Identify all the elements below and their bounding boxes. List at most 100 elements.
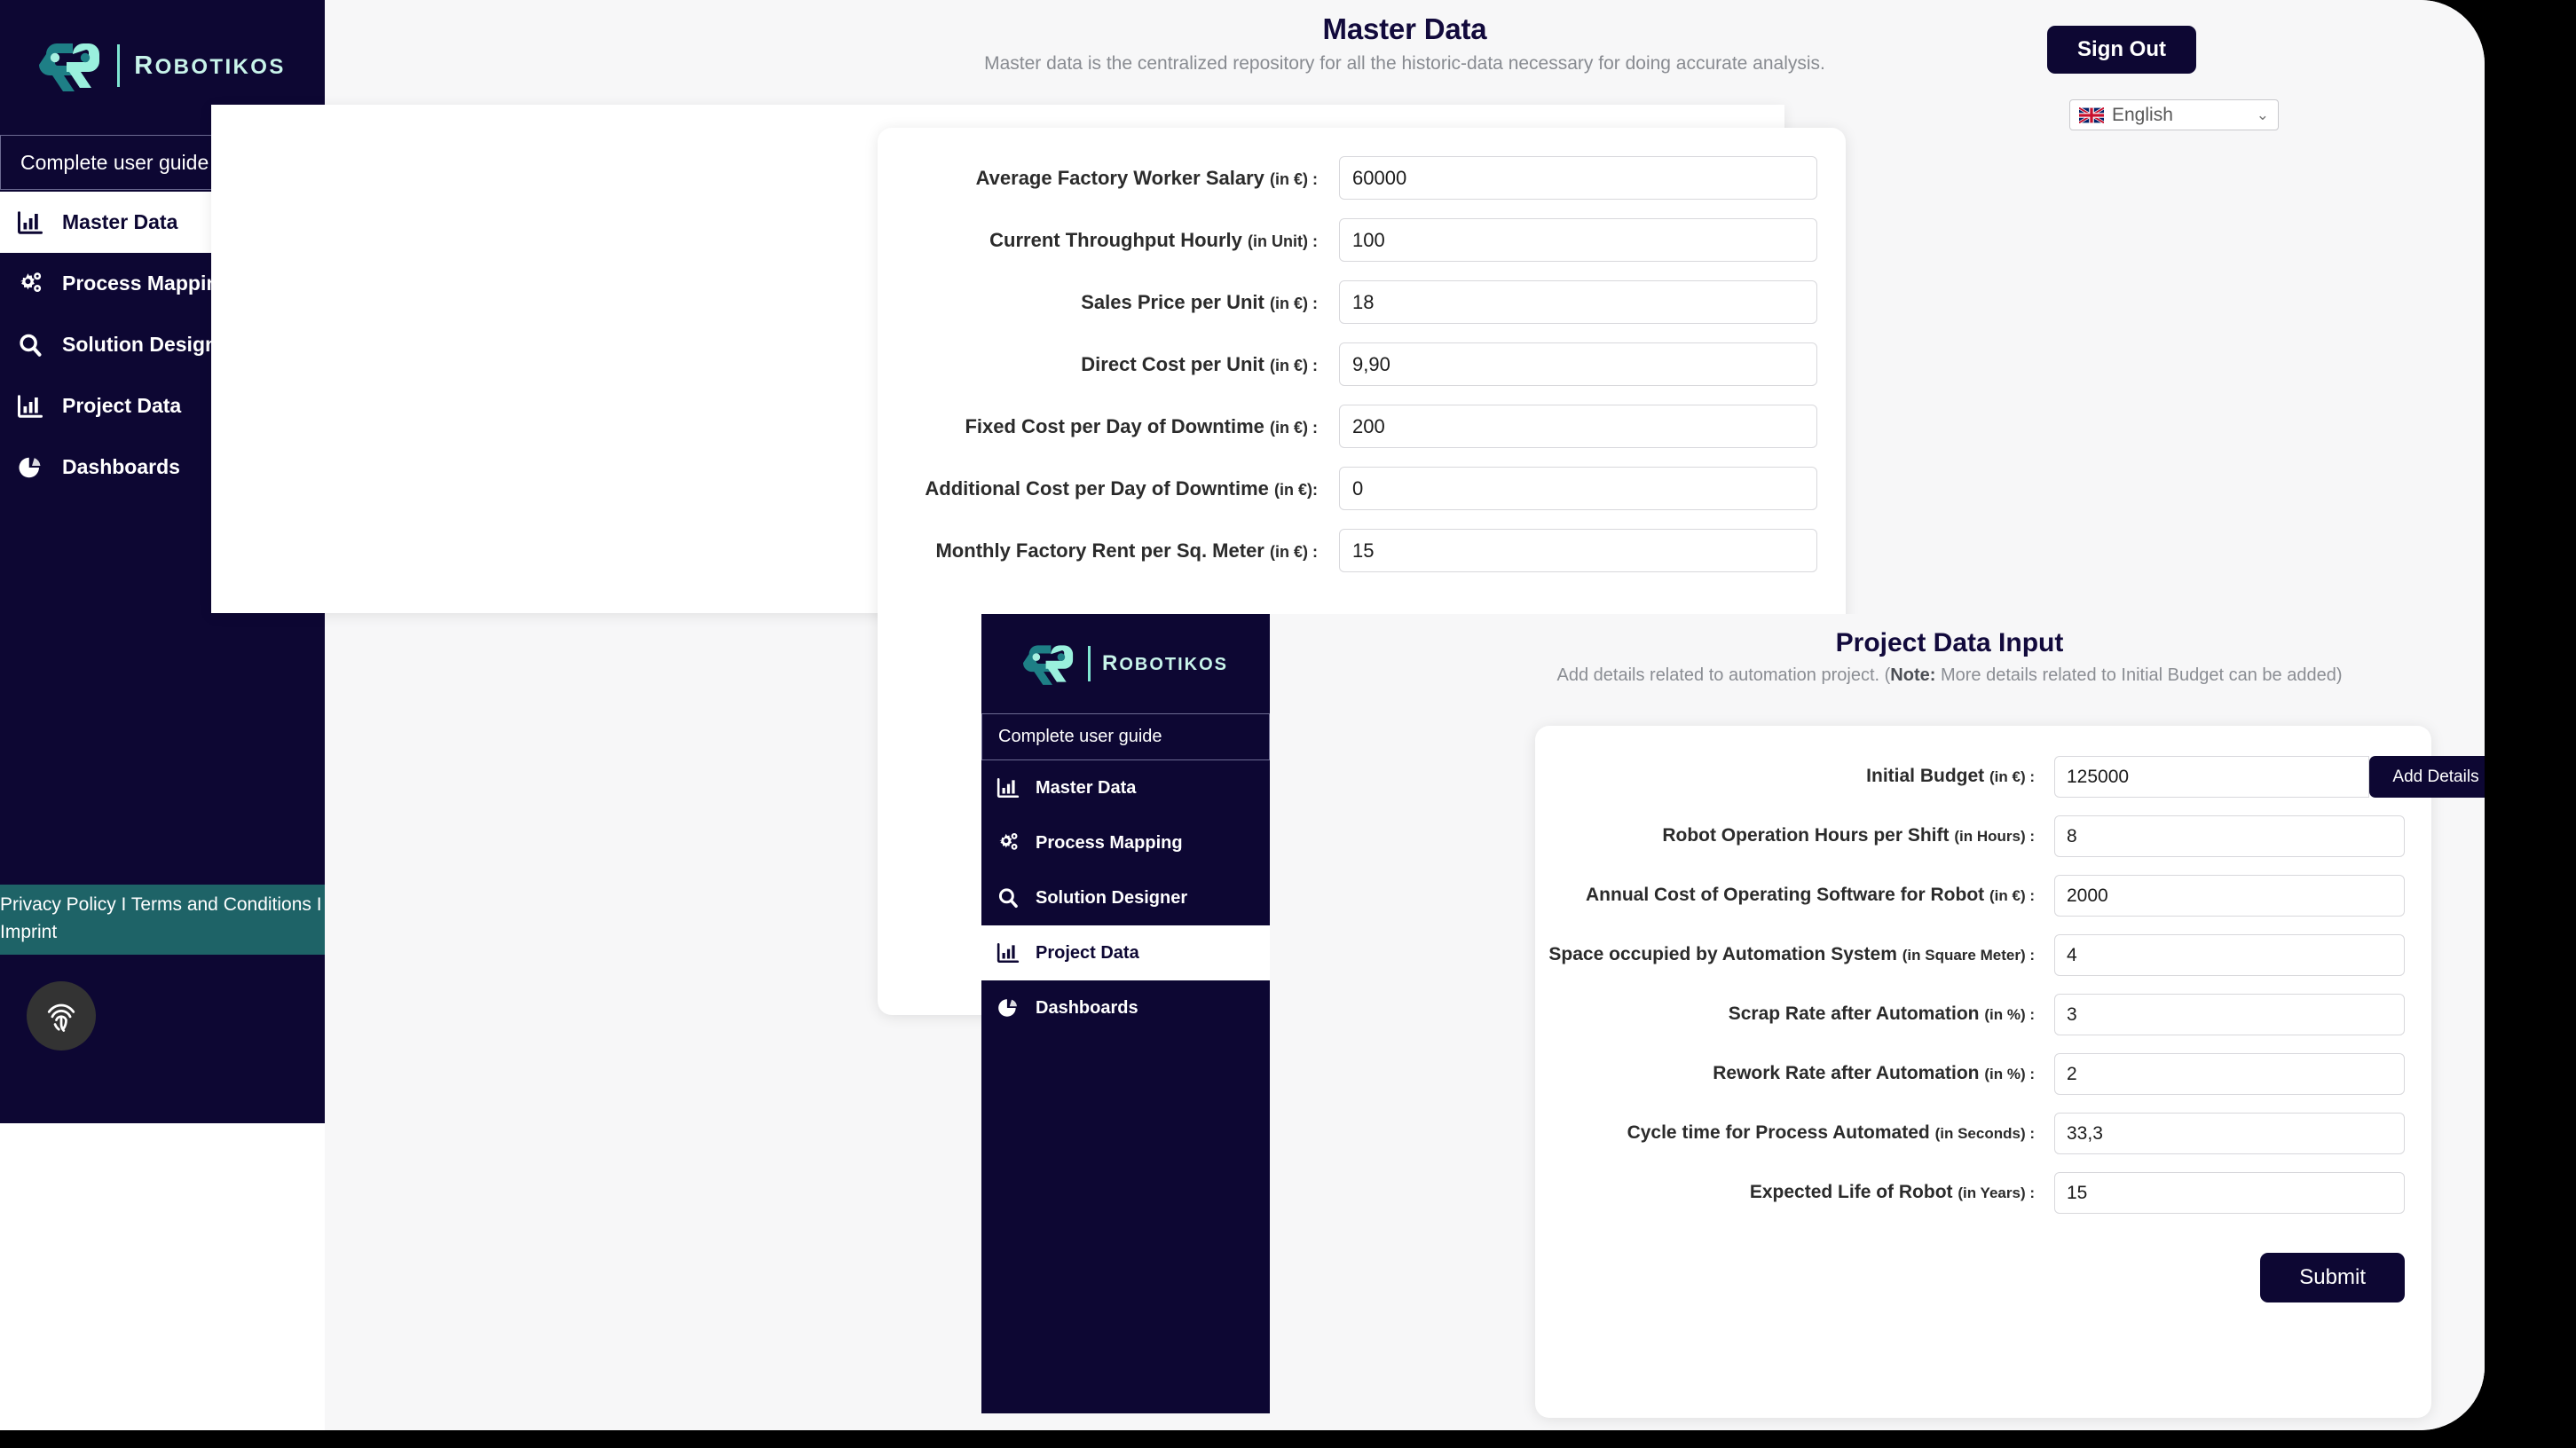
additional-cost-per-day-of-downtime-input[interactable] — [1339, 467, 1817, 510]
field-label: Additional Cost per Day of Downtime (in … — [925, 476, 1318, 500]
space-occupied-by-automation-system-input[interactable] — [2054, 934, 2405, 976]
form-row: Fixed Cost per Day of Downtime (in €) : — [878, 405, 1817, 448]
search-icon — [996, 885, 1020, 910]
form-row: Cycle time for Process Automated (in Sec… — [1535, 1113, 2405, 1154]
sidebar-item-label: Project Data — [62, 394, 182, 417]
sidebar-item-label: Master Data — [62, 210, 178, 233]
sidebar-item-label: Project Data — [1036, 942, 1139, 963]
direct-cost-per-unit-input[interactable] — [1339, 342, 1817, 386]
current-throughput-hourly-input[interactable] — [1339, 218, 1817, 262]
initial-budget-input[interactable] — [2054, 756, 2369, 798]
robot-operation-hours-per-shift-input[interactable] — [2054, 815, 2405, 857]
brand-logo[interactable]: ROBOTIKOS — [981, 614, 1270, 713]
sidebar-item-label: Process Mapping — [62, 272, 232, 295]
fixed-cost-per-day-of-downtime-input[interactable] — [1339, 405, 1817, 448]
app-window: ROBOTIKOS Complete user guide Master Dat… — [0, 0, 2485, 1430]
annual-cost-of-operating-software-input[interactable] — [2054, 875, 2405, 917]
form-row: Monthly Factory Rent per Sq. Meter (in €… — [878, 529, 1817, 572]
rework-rate-after-automation-input[interactable] — [2054, 1053, 2405, 1095]
field-label: Average Factory Worker Salary (in €) : — [975, 166, 1318, 189]
form-row: Space occupied by Automation System (in … — [1535, 934, 2405, 976]
sidebar-item-label: Process Mapping — [1036, 832, 1183, 853]
form-row: Initial Budget (in €) : Add Details — [1535, 756, 2485, 798]
average-factory-worker-salary-input[interactable] — [1339, 156, 1817, 200]
bar-chart-icon — [16, 392, 44, 421]
form-row: Average Factory Worker Salary (in €) : — [878, 156, 1817, 200]
cycle-time-for-process-automated-input[interactable] — [2054, 1113, 2405, 1154]
field-label: Fixed Cost per Day of Downtime (in €) : — [965, 414, 1318, 437]
bar-chart-icon — [16, 209, 44, 237]
field-label: Space occupied by Automation System (in … — [1548, 944, 2035, 965]
search-icon — [16, 331, 44, 359]
project-data-form-card: Initial Budget (in €) : Add Details Robo… — [1535, 726, 2485, 1418]
top-bar: Master Data Master data is the centraliz… — [325, 0, 2485, 130]
gears-icon — [16, 270, 44, 298]
sidebar-item-master-data[interactable]: Master Data — [981, 760, 1270, 815]
sidebar-item-project-data[interactable]: Project Data — [981, 925, 1270, 980]
logo-divider — [117, 44, 121, 87]
monthly-factory-rent-per-sq-meter-input[interactable] — [1339, 529, 1817, 572]
field-label: Current Throughput Hourly (in Unit) : — [989, 228, 1318, 251]
form-row: Robot Operation Hours per Shift (in Hour… — [1535, 815, 2405, 857]
language-value: English — [2112, 104, 2173, 125]
form-row: Expected Life of Robot (in Years) : — [1535, 1172, 2405, 1214]
brand-name: ROBOTIKOS — [134, 51, 286, 80]
sidebar-item-label: Solution Designer — [1036, 887, 1188, 908]
language-selector[interactable]: English ⌄ — [2069, 99, 2279, 130]
field-label: Scrap Rate after Automation (in %) : — [1728, 1003, 2035, 1025]
legal-links-text: Privacy Policy I Terms and Conditions I … — [0, 894, 322, 942]
pie-chart-icon — [996, 996, 1020, 1020]
uk-flag-icon — [2078, 106, 2105, 124]
sidebar-item-solution-designer[interactable]: Solution Designer — [981, 870, 1270, 925]
sidebar-item-label: Master Data — [1036, 777, 1137, 798]
field-label: Robot Operation Hours per Shift (in Hour… — [1662, 825, 2035, 846]
scrap-rate-after-automation-input[interactable] — [2054, 994, 2405, 1035]
form-row: Rework Rate after Automation (in %) : — [1535, 1053, 2405, 1095]
expected-life-of-robot-input[interactable] — [2054, 1172, 2405, 1214]
project-data-sidebar: ROBOTIKOS Complete user guide Master Dat… — [981, 614, 1270, 1413]
form-row: Direct Cost per Unit (in €) : — [878, 342, 1817, 386]
robotikos-logo-icon — [39, 38, 110, 93]
field-label: Initial Budget (in €) : — [1866, 766, 2035, 787]
submit-row: Submit — [1535, 1232, 2405, 1302]
field-label: Rework Rate after Automation (in %) : — [1713, 1063, 2035, 1084]
project-data-sidebar-nav: Master Data Process Mapping Solution Des… — [981, 760, 1270, 1035]
robotikos-logo-icon — [1022, 641, 1082, 687]
chevron-down-icon: ⌄ — [2256, 106, 2269, 123]
field-label: Annual Cost of Operating Software for Ro… — [1586, 885, 2035, 906]
bar-chart-icon — [996, 940, 1020, 965]
field-label: Expected Life of Robot (in Years) : — [1749, 1182, 2035, 1203]
field-label: Monthly Factory Rent per Sq. Meter (in €… — [935, 539, 1318, 562]
bar-chart-icon — [996, 775, 1020, 800]
form-row: Scrap Rate after Automation (in %) : — [1535, 994, 2405, 1035]
fingerprint-icon[interactable] — [27, 981, 96, 1051]
form-row: Additional Cost per Day of Downtime (in … — [878, 467, 1817, 510]
sales-price-per-unit-input[interactable] — [1339, 280, 1817, 324]
brand-name: ROBOTIKOS — [1101, 651, 1228, 675]
sign-out-button[interactable]: Sign Out — [2047, 26, 2196, 74]
submit-button[interactable]: Submit — [2260, 1253, 2405, 1302]
form-row: Current Throughput Hourly (in Unit) : — [878, 218, 1817, 262]
form-row: Annual Cost of Operating Software for Ro… — [1535, 875, 2405, 917]
field-label: Cycle time for Process Automated (in Sec… — [1627, 1122, 2035, 1144]
project-data-subtitle: Add details related to automation projec… — [1556, 665, 2343, 685]
complete-user-guide-button[interactable]: Complete user guide — [981, 713, 1270, 760]
form-row: Sales Price per Unit (in €) : — [878, 280, 1817, 324]
main-content: Master Data Master data is the centraliz… — [211, 0, 2485, 1430]
sidebar-footer — [0, 955, 325, 1123]
sidebar-item-dashboards[interactable]: Dashboards — [981, 980, 1270, 1035]
legal-links[interactable]: Privacy Policy I Terms and Conditions I … — [0, 885, 325, 955]
sidebar-item-process-mapping[interactable]: Process Mapping — [981, 815, 1270, 870]
complete-user-guide-label: Complete user guide — [20, 150, 209, 174]
pie-chart-icon — [16, 453, 44, 482]
sidebar-item-label: Dashboards — [62, 455, 180, 478]
gears-icon — [996, 830, 1020, 855]
complete-user-guide-label: Complete user guide — [998, 727, 1162, 746]
project-data-title: Project Data Input — [1835, 628, 2064, 657]
field-label: Sales Price per Unit (in €) : — [1081, 290, 1318, 313]
field-label: Direct Cost per Unit (in €) : — [1081, 352, 1318, 375]
sidebar-item-label: Dashboards — [1036, 997, 1138, 1018]
add-details-button[interactable]: Add Details — [2369, 756, 2485, 798]
master-data-form: Average Factory Worker Salary (in €) : C… — [878, 128, 1846, 572]
logo-divider — [1087, 646, 1091, 681]
